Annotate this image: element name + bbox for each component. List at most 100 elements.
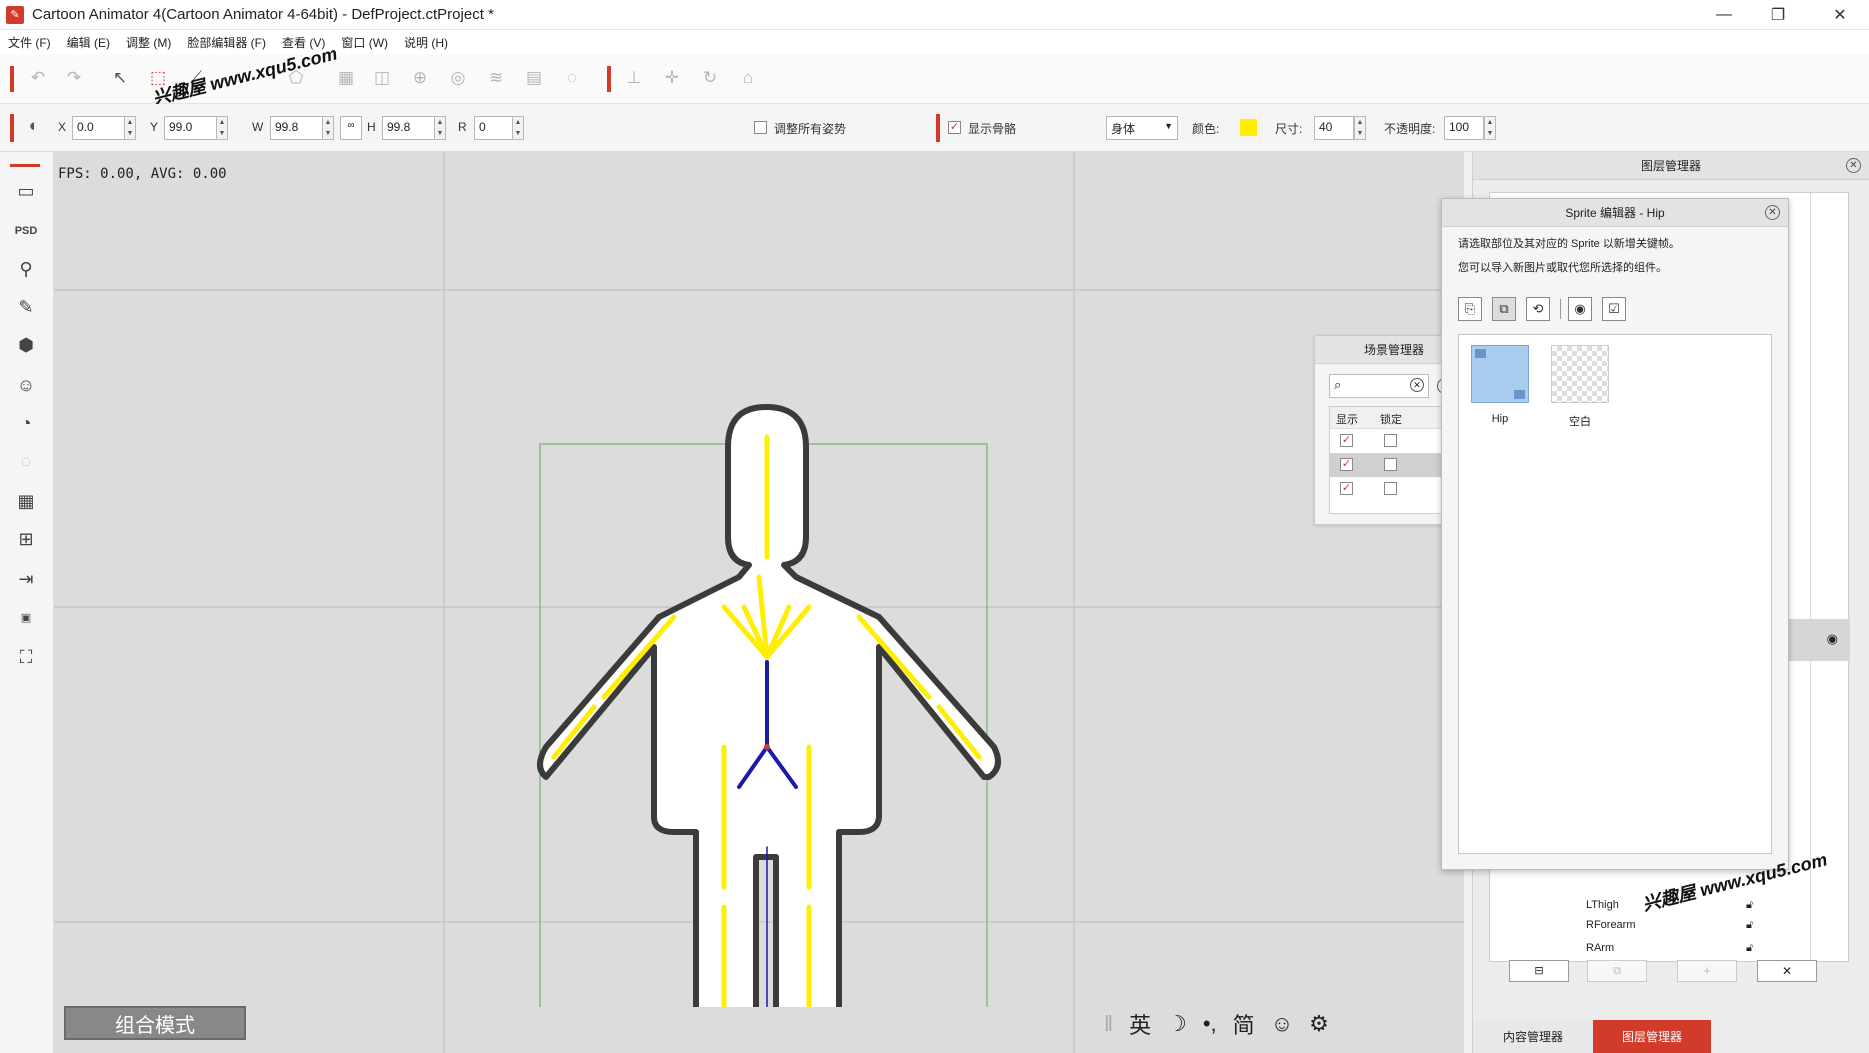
face-key-icon[interactable]: ◔ bbox=[13, 410, 39, 436]
size-field[interactable]: 40 bbox=[1314, 116, 1354, 140]
lock-icon[interactable]: 🔓︎ bbox=[1746, 942, 1753, 955]
scene-icon[interactable]: ▭ bbox=[13, 178, 39, 204]
import-icon[interactable]: ⇥ bbox=[13, 566, 39, 592]
link-ratio-icon[interactable]: ∞ bbox=[340, 116, 362, 140]
layer-copy-button[interactable]: ⧉ bbox=[1587, 960, 1647, 982]
show-checkbox[interactable]: ✓ bbox=[1340, 458, 1353, 471]
tool-e-icon[interactable]: ▤ bbox=[522, 66, 546, 90]
eye-icon[interactable]: ◉ bbox=[1568, 297, 1592, 321]
menu-file[interactable]: 文件 (F) bbox=[8, 34, 51, 51]
scene-row[interactable]: ✓ bbox=[1330, 477, 1456, 501]
show-checkbox[interactable]: ✓ bbox=[1340, 434, 1353, 447]
layer-group-button[interactable]: ⊟ bbox=[1509, 960, 1569, 982]
close-icon[interactable]: ✕ bbox=[1846, 158, 1861, 173]
scene-row[interactable]: ✓ bbox=[1330, 453, 1456, 477]
head-icon[interactable]: ☺ bbox=[13, 372, 39, 398]
menu-modify[interactable]: 调整 (M) bbox=[126, 34, 171, 51]
tool-c-icon[interactable]: ◎ bbox=[446, 66, 470, 90]
timeline-icon[interactable]: ▦ bbox=[13, 488, 39, 514]
tab-content-manager[interactable]: 内容管理器 bbox=[1473, 1020, 1593, 1053]
rotate-icon[interactable]: ↻ bbox=[698, 66, 722, 90]
lock-checkbox[interactable] bbox=[1384, 482, 1397, 495]
scene-object-list: 显示 锁定 ✓ ✓ ✓ bbox=[1329, 406, 1457, 514]
restore-icon[interactable]: ❐ bbox=[1751, 0, 1805, 30]
eye-icon[interactable]: ◉ bbox=[1827, 631, 1838, 647]
x-field[interactable]: 0.0 bbox=[72, 116, 128, 140]
w-spinner[interactable]: ▲ ▼ bbox=[322, 116, 334, 140]
motion-icon[interactable]: ◌ bbox=[13, 448, 39, 474]
ime-emoji-icon[interactable]: ☺ bbox=[1271, 1011, 1293, 1037]
menu-edit[interactable]: 编辑 (E) bbox=[67, 34, 110, 51]
grid-tool-icon[interactable]: ▦ bbox=[334, 66, 358, 90]
tool-f-icon[interactable]: ◌ bbox=[560, 66, 584, 90]
stage-canvas[interactable]: FPS: 0.00, AVG: 0.00 组合模式 ‖ 英 ☽ •, 简 ☺ ⚙… bbox=[54, 152, 1464, 1053]
opacity-field[interactable]: 100 bbox=[1444, 116, 1484, 140]
checkbox-icon[interactable]: ☑ bbox=[1602, 297, 1626, 321]
reset-sprite-icon[interactable]: ⟲ bbox=[1526, 297, 1550, 321]
psd-icon[interactable]: PSD bbox=[13, 218, 39, 244]
compose-mode-button[interactable]: 组合模式 bbox=[64, 1006, 246, 1040]
scene-search-input[interactable]: ⌕ ✕ bbox=[1329, 374, 1429, 398]
ime-settings-icon[interactable]: ⚙ bbox=[1309, 1011, 1329, 1037]
close-icon[interactable]: ✕ bbox=[1813, 0, 1867, 30]
lock-checkbox[interactable] bbox=[1384, 458, 1397, 471]
tab-layer-manager[interactable]: 图层管理器 bbox=[1593, 1020, 1711, 1053]
character-figure[interactable] bbox=[534, 287, 1004, 1007]
opacity-spinner[interactable]: ▲ ▼ bbox=[1484, 116, 1496, 140]
clear-search-icon[interactable]: ✕ bbox=[1410, 378, 1424, 392]
tool-b-icon[interactable]: ⊕ bbox=[408, 66, 432, 90]
adjust-all-poses-checkbox[interactable] bbox=[754, 121, 767, 134]
lock-checkbox[interactable] bbox=[1384, 434, 1397, 447]
layer-manager-header: 图层管理器 ✕ bbox=[1473, 152, 1869, 180]
move-icon[interactable]: ✛ bbox=[660, 66, 684, 90]
close-icon[interactable]: ✕ bbox=[1765, 205, 1780, 220]
brush-icon[interactable]: ✎ bbox=[13, 294, 39, 320]
y-field[interactable]: 99.0 bbox=[164, 116, 220, 140]
menu-help[interactable]: 说明 (H) bbox=[404, 34, 448, 51]
scene-row[interactable]: ✓ bbox=[1330, 429, 1456, 453]
h-field[interactable]: 99.8 bbox=[382, 116, 438, 140]
minimize-icon[interactable]: — bbox=[1697, 0, 1751, 30]
pivot-icon[interactable]: ⊥ bbox=[622, 66, 646, 90]
sprite-thumb-hip[interactable] bbox=[1471, 345, 1529, 403]
grid-icon[interactable]: ⊞ bbox=[13, 526, 39, 552]
export-icon[interactable]: ▣ bbox=[13, 604, 39, 630]
menu-face-editor[interactable]: 脸部编辑器 (F) bbox=[187, 34, 266, 51]
y-spinner[interactable]: ▲ ▼ bbox=[216, 116, 228, 140]
show-bones-checkbox[interactable]: ✓ bbox=[948, 121, 961, 134]
lock-icon[interactable]: 🔓︎ bbox=[1746, 919, 1753, 932]
import-sprite-icon[interactable]: ⎘ bbox=[1458, 297, 1482, 321]
lock-icon[interactable]: 🔓︎ bbox=[1746, 899, 1753, 912]
undo-icon[interactable]: ↶ bbox=[26, 66, 50, 90]
ime-lang-toggle[interactable]: 英 bbox=[1129, 1008, 1151, 1040]
ime-punct-icon[interactable]: •, bbox=[1203, 1011, 1217, 1037]
layer-row-rarm[interactable]: RArm bbox=[1586, 942, 1614, 954]
select-arrow-icon[interactable]: ↖ bbox=[108, 66, 132, 90]
layer-add-button[interactable]: + bbox=[1677, 960, 1737, 982]
bone-editor-icon[interactable]: ⚲ bbox=[13, 256, 39, 282]
body-scan-icon[interactable]: ⛶ bbox=[13, 644, 39, 670]
redo-icon[interactable]: ↷ bbox=[62, 66, 86, 90]
replace-sprite-icon[interactable]: ⧉ bbox=[1492, 297, 1516, 321]
layer-row-lthigh[interactable]: LThigh bbox=[1586, 899, 1619, 911]
size-spinner[interactable]: ▲ ▼ bbox=[1354, 116, 1366, 140]
home-icon[interactable]: ⌂ bbox=[736, 66, 760, 90]
ime-moon-icon[interactable]: ☽ bbox=[1167, 1011, 1187, 1037]
bone-color-swatch[interactable] bbox=[1240, 119, 1257, 136]
menu-window[interactable]: 窗口 (W) bbox=[341, 34, 388, 51]
r-field[interactable]: 0 bbox=[474, 116, 516, 140]
ime-simplified-toggle[interactable]: 简 bbox=[1233, 1008, 1255, 1040]
layer-delete-button[interactable]: ✕ bbox=[1757, 960, 1817, 982]
tool-a-icon[interactable]: ◫ bbox=[370, 66, 394, 90]
transform-mode-icon[interactable]: ◐ bbox=[22, 114, 46, 138]
body-part-select[interactable]: 身体 ▼ bbox=[1106, 116, 1178, 140]
h-spinner[interactable]: ▲ ▼ bbox=[434, 116, 446, 140]
show-checkbox[interactable]: ✓ bbox=[1340, 482, 1353, 495]
layer-row-rforearm[interactable]: RForearm bbox=[1586, 919, 1636, 931]
tool-d-icon[interactable]: ≋ bbox=[484, 66, 508, 90]
mesh-icon[interactable]: ⬢ bbox=[13, 332, 39, 358]
x-spinner[interactable]: ▲ ▼ bbox=[124, 116, 136, 140]
w-field[interactable]: 99.8 bbox=[270, 116, 326, 140]
sprite-thumb-blank[interactable] bbox=[1551, 345, 1609, 403]
r-spinner[interactable]: ▲ ▼ bbox=[512, 116, 524, 140]
